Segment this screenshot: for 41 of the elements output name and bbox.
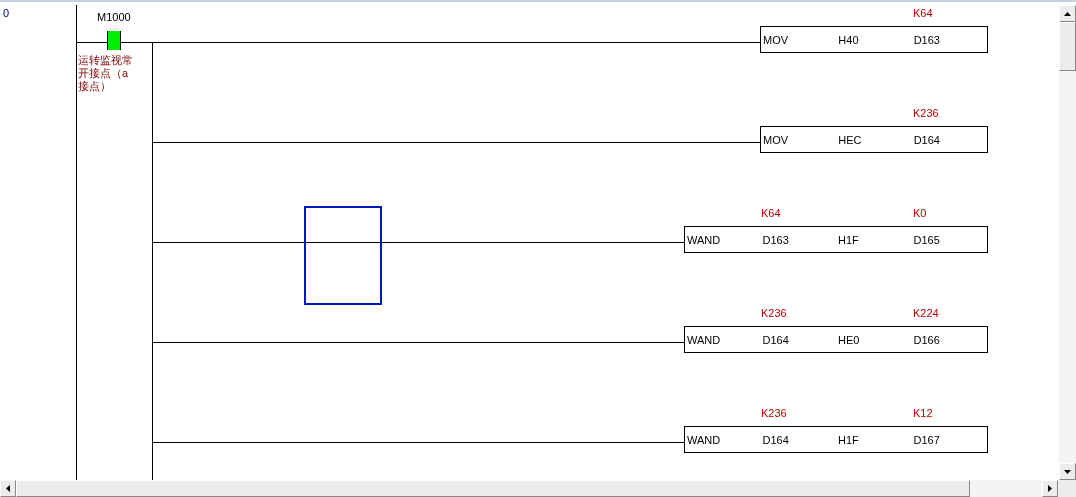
scroll-down-button[interactable] bbox=[1059, 463, 1076, 480]
monitor-value: K12 bbox=[913, 407, 933, 419]
vertical-scrollbar[interactable] bbox=[1059, 5, 1076, 480]
monitor-value: K224 bbox=[913, 307, 939, 319]
operand-text: D164 bbox=[912, 133, 941, 146]
monitor-value: K236 bbox=[913, 107, 939, 119]
monitor-value: K236 bbox=[761, 407, 787, 419]
right-arrow-icon bbox=[1048, 485, 1052, 492]
operand-text: D164 bbox=[761, 433, 790, 446]
scroll-thumb[interactable] bbox=[1059, 22, 1076, 71]
operand-text: HEC bbox=[837, 133, 863, 146]
operand-text: MOV bbox=[762, 33, 790, 46]
operand-text: D165 bbox=[912, 233, 941, 246]
contact-label: M1000 bbox=[97, 11, 131, 23]
operand-text: MOV bbox=[762, 133, 790, 146]
operand-text: D163 bbox=[761, 233, 790, 246]
operand-text: WAND bbox=[686, 433, 722, 446]
contact-comment: 运转监视常开接点（a接点） bbox=[78, 54, 134, 93]
scroll-up-button[interactable] bbox=[1059, 5, 1076, 22]
left-arrow-icon bbox=[6, 485, 10, 492]
operand-text: HE0 bbox=[837, 333, 861, 346]
monitor-value: K64 bbox=[913, 7, 933, 19]
operand-text: WAND bbox=[686, 233, 722, 246]
operand-text: D164 bbox=[761, 333, 790, 346]
monitor-value: K0 bbox=[913, 207, 927, 219]
monitor-value: K236 bbox=[761, 307, 787, 319]
operand-text: D167 bbox=[912, 433, 941, 446]
operand-text: H1F bbox=[837, 233, 860, 246]
operand-text: D163 bbox=[912, 33, 941, 46]
scrollbar-corner bbox=[1058, 480, 1076, 497]
down-arrow-icon bbox=[1064, 469, 1071, 474]
up-arrow-icon bbox=[1064, 11, 1071, 16]
step-number: 0 bbox=[3, 7, 10, 19]
scroll-right-button[interactable] bbox=[1042, 480, 1058, 497]
operand-text: WAND bbox=[686, 333, 722, 346]
monitor-value: K64 bbox=[761, 207, 781, 219]
operand-text: H1F bbox=[837, 433, 860, 446]
scroll-left-button[interactable] bbox=[0, 480, 16, 497]
operand-text: H40 bbox=[837, 33, 860, 46]
operand-text: D166 bbox=[912, 333, 941, 346]
rung-wire bbox=[76, 42, 108, 43]
